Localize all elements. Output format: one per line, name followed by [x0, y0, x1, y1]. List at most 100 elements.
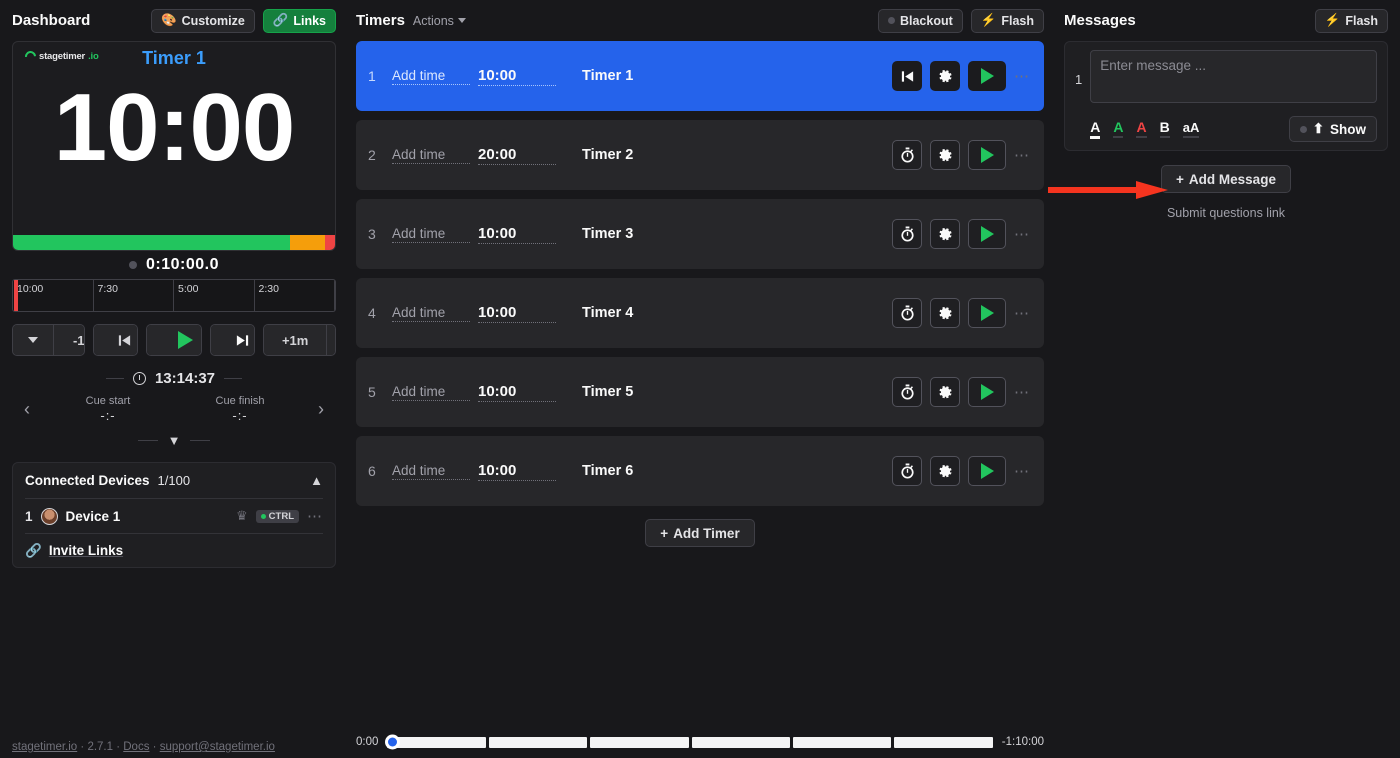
timeline-segment[interactable] — [894, 737, 992, 748]
stopwatch-button[interactable] — [892, 377, 922, 407]
timeline-segment[interactable] — [793, 737, 891, 748]
timeline-segment[interactable] — [489, 737, 587, 748]
add-timer-button[interactable]: + Add Timer — [645, 519, 754, 547]
timer-name[interactable]: Timer 2 — [582, 147, 892, 163]
timer-row[interactable]: 6Add time10:00Timer 6⋯ — [356, 436, 1044, 506]
cue-prev-button[interactable]: ‹ — [12, 399, 42, 420]
timer-ruler[interactable]: 10:00 7:30 5:00 2:30 — [12, 279, 336, 312]
color-green-button[interactable]: A — [1113, 120, 1123, 138]
timer-menu-button[interactable]: ⋯ — [1014, 146, 1030, 164]
reset-button[interactable] — [892, 61, 922, 91]
timeline-knob[interactable] — [385, 735, 400, 750]
timer-row[interactable]: 1Add time10:00Timer 1⋯ — [356, 41, 1044, 111]
bold-button[interactable]: B — [1160, 120, 1170, 138]
text-size-button[interactable]: aA — [1183, 121, 1200, 138]
timer-duration[interactable]: 10:00 — [478, 67, 556, 86]
invite-links-row[interactable]: 🔗 Invite Links — [25, 533, 323, 567]
customize-button[interactable]: 🎨 Customize — [151, 9, 255, 33]
add-time-button[interactable]: Add time — [392, 463, 470, 480]
timer-settings-button[interactable] — [930, 61, 960, 91]
timer-menu-button[interactable]: ⋯ — [1014, 304, 1030, 322]
timer-play-button[interactable] — [968, 219, 1006, 249]
timer-duration[interactable]: 10:00 — [478, 383, 556, 402]
timeline-track[interactable] — [387, 737, 992, 748]
cue-start[interactable]: Cue start -:- — [42, 395, 174, 423]
timer-play-button[interactable] — [968, 298, 1006, 328]
play-button[interactable] — [147, 325, 202, 355]
actions-dropdown[interactable]: Actions — [413, 14, 466, 28]
timer-settings-button[interactable] — [930, 298, 960, 328]
timer-row[interactable]: 3Add time10:00Timer 3⋯ — [356, 199, 1044, 269]
timeline-segment[interactable] — [590, 737, 688, 748]
global-timeline[interactable]: 0:00 -1:10:00 — [356, 732, 1044, 752]
timer-duration[interactable]: 10:00 — [478, 462, 556, 481]
show-message-button[interactable]: ⬆ Show — [1289, 116, 1377, 142]
crown-icon: ♛ — [236, 508, 248, 524]
cue-finish[interactable]: Cue finish -:- — [174, 395, 306, 423]
timer-settings-button[interactable] — [930, 377, 960, 407]
add-time-button[interactable]: Add time — [392, 68, 470, 85]
timer-name[interactable]: Timer 4 — [582, 305, 892, 321]
plus-one-minute-button[interactable]: +1m — [264, 325, 326, 355]
footer-site-link[interactable]: stagetimer.io — [12, 741, 77, 753]
cue-next-button[interactable]: › — [306, 399, 336, 420]
flash-button[interactable]: ⚡ Flash — [971, 9, 1044, 33]
chevron-up-icon[interactable]: ▲ — [310, 473, 323, 488]
plus-dropdown-button[interactable] — [326, 325, 336, 355]
timer-menu-button[interactable]: ⋯ — [1014, 67, 1030, 85]
timer-preview[interactable]: stagetimer.io Timer 1 10:00 — [12, 41, 336, 251]
timeline-segment[interactable] — [692, 737, 790, 748]
add-time-button[interactable]: Add time — [392, 305, 470, 322]
timer-play-button[interactable] — [968, 456, 1006, 486]
timer-row[interactable]: 5Add time10:00Timer 5⋯ — [356, 357, 1044, 427]
submit-questions-link[interactable]: Submit questions link — [1064, 206, 1388, 220]
add-time-button[interactable]: Add time — [392, 384, 470, 401]
stopwatch-button[interactable] — [892, 298, 922, 328]
timer-play-button[interactable] — [968, 61, 1006, 91]
ruler-playhead[interactable] — [14, 280, 18, 311]
lightning-icon: ⚡ — [1325, 13, 1341, 28]
timer-settings-button[interactable] — [930, 219, 960, 249]
add-time-button[interactable]: Add time — [392, 226, 470, 243]
timer-row[interactable]: 4Add time10:00Timer 4⋯ — [356, 278, 1044, 348]
timer-menu-button[interactable]: ⋯ — [1014, 462, 1030, 480]
timer-name[interactable]: Timer 1 — [582, 68, 892, 84]
timer-menu-button[interactable]: ⋯ — [1014, 225, 1030, 243]
timer-play-button[interactable] — [968, 140, 1006, 170]
messages-flash-button[interactable]: ⚡ Flash — [1315, 9, 1388, 33]
timer-row[interactable]: 2Add time20:00Timer 2⋯ — [356, 120, 1044, 190]
chevron-down-icon[interactable]: ▼ — [168, 433, 181, 448]
footer-support-link[interactable]: support@stagetimer.io — [160, 741, 275, 753]
timer-name[interactable]: Timer 6 — [582, 463, 892, 479]
footer-docs-link[interactable]: Docs — [123, 741, 149, 753]
color-white-button[interactable]: A — [1090, 120, 1100, 139]
timer-name[interactable]: Timer 5 — [582, 384, 892, 400]
timer-name[interactable]: Timer 3 — [582, 226, 892, 242]
timer-settings-button[interactable] — [930, 140, 960, 170]
stopwatch-button[interactable] — [892, 456, 922, 486]
timer-duration[interactable]: 20:00 — [478, 146, 556, 165]
blackout-button[interactable]: Blackout — [878, 9, 963, 33]
timer-duration[interactable]: 10:00 — [478, 304, 556, 323]
add-time-button[interactable]: Add time — [392, 147, 470, 164]
timeline-segment[interactable] — [387, 737, 485, 748]
stopwatch-button[interactable] — [892, 140, 922, 170]
timers-title: Timers — [356, 12, 405, 29]
devices-header[interactable]: Connected Devices 1/100 ▲ — [25, 463, 323, 498]
next-button[interactable] — [211, 325, 255, 355]
device-menu-button[interactable]: ⋯ — [307, 507, 323, 525]
previous-button[interactable] — [94, 325, 138, 355]
timer-settings-button[interactable] — [930, 456, 960, 486]
play-icon — [981, 463, 994, 479]
minus-dropdown-button[interactable] — [13, 325, 53, 355]
links-button[interactable]: 🔗 Links — [263, 9, 336, 33]
color-red-button[interactable]: A — [1136, 120, 1146, 138]
timer-menu-button[interactable]: ⋯ — [1014, 383, 1030, 401]
add-message-button[interactable]: + Add Message — [1161, 165, 1291, 193]
timer-duration[interactable]: 10:00 — [478, 225, 556, 244]
stopwatch-button[interactable] — [892, 219, 922, 249]
message-input[interactable] — [1090, 50, 1377, 103]
device-list-item[interactable]: 1 Device 1 ♛ CTRL ⋯ — [25, 498, 323, 533]
timer-play-button[interactable] — [968, 377, 1006, 407]
minus-one-minute-button[interactable]: -1m — [53, 325, 85, 355]
